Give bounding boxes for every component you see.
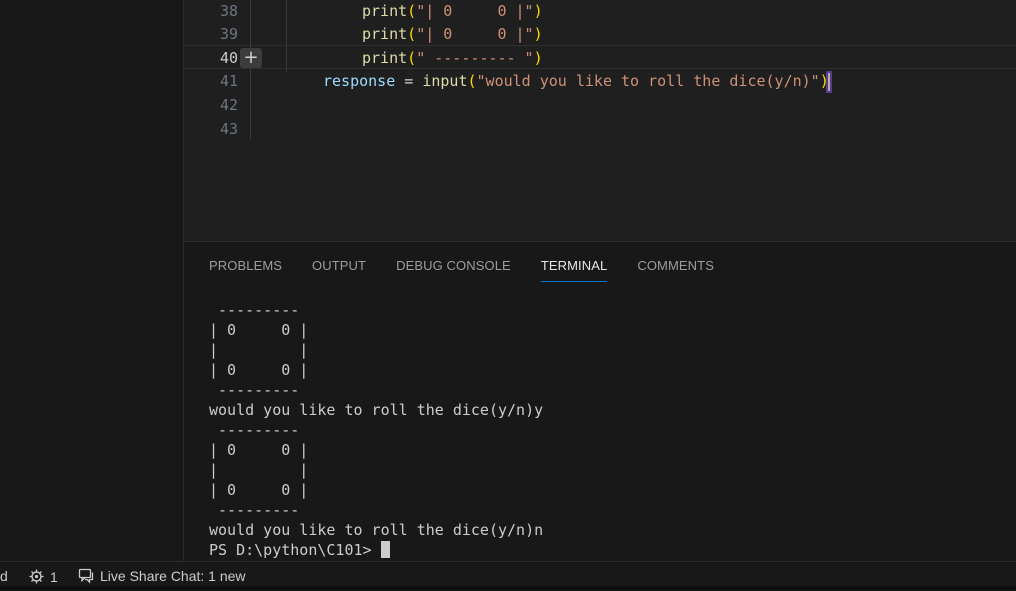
- tab-comments[interactable]: COMMENTS: [637, 258, 714, 282]
- terminal-prompt: PS D:\python\C101>: [209, 541, 381, 559]
- status-left-fragment[interactable]: d: [0, 568, 8, 584]
- terminal-line: ---------: [209, 381, 300, 399]
- add-comment-button[interactable]: +: [240, 48, 262, 68]
- tab-terminal[interactable]: TERMINAL: [540, 258, 608, 282]
- code-line-38[interactable]: 38 print("| 0 0 |"): [184, 0, 1016, 23]
- string-literal: "| 0 0 |": [416, 2, 534, 20]
- status-left-text: d: [0, 568, 8, 584]
- code-line-43[interactable]: 43: [184, 117, 1016, 141]
- function-name: print: [362, 25, 408, 43]
- terminal-output[interactable]: --------- | 0 0 | | | | 0 0 | --------- woul…: [209, 300, 543, 560]
- tab-problems[interactable]: PROBLEMS: [209, 258, 282, 282]
- bracket: (: [407, 25, 417, 43]
- function-name: input: [422, 72, 468, 90]
- code-line-41[interactable]: 41 response = input("would you like to r…: [184, 69, 1016, 93]
- live-share-chat-label: Live Share Chat: 1 new: [100, 568, 246, 584]
- bottom-edge: [0, 586, 1016, 590]
- panel-tabs: PROBLEMS OUTPUT DEBUG CONSOLE TERMINAL C…: [209, 258, 744, 282]
- terminal-line: | 0 0 |: [209, 321, 309, 339]
- tab-debug-console[interactable]: DEBUG CONSOLE: [396, 258, 511, 282]
- string-literal: "would you like to roll the dice(y/n)": [476, 72, 820, 90]
- code-line-42[interactable]: 42: [184, 93, 1016, 117]
- bottom-panel: PROBLEMS OUTPUT DEBUG CONSOLE TERMINAL C…: [184, 241, 1016, 562]
- line-number: 43: [219, 120, 238, 138]
- tab-output[interactable]: OUTPUT: [312, 258, 366, 282]
- code-text[interactable]: print("| 0 0 |"): [362, 0, 543, 23]
- terminal-line: | |: [209, 461, 309, 479]
- code-text[interactable]: response = input("would you like to roll…: [323, 69, 830, 93]
- bracket: ): [533, 2, 543, 20]
- text-cursor: [827, 72, 830, 91]
- terminal-line: would you like to roll the dice(y/n)n: [209, 521, 544, 539]
- code-line-39[interactable]: 39 print("| 0 0 |"): [184, 22, 1016, 46]
- function-name: print: [362, 2, 408, 20]
- terminal-line: ---------: [209, 501, 300, 519]
- variable-name: response: [323, 72, 396, 90]
- code-text[interactable]: print(" --------- "): [362, 46, 543, 70]
- bracket: (: [407, 2, 417, 20]
- terminal-line: would you like to roll the dice(y/n)y: [209, 401, 544, 419]
- ports-count: 1: [50, 568, 58, 585]
- ports-status[interactable]: 1: [28, 568, 58, 585]
- terminal-line: | |: [209, 341, 309, 359]
- bracket: (: [407, 49, 417, 67]
- terminal-line: ---------: [209, 421, 300, 439]
- chat-icon: [78, 568, 94, 584]
- line-number: 39: [219, 25, 238, 43]
- bracket: ): [533, 49, 543, 67]
- terminal-line: | 0 0 |: [209, 441, 309, 459]
- string-literal: "| 0 0 |": [416, 25, 534, 43]
- bracket: ): [533, 25, 543, 43]
- terminal-cursor: [380, 541, 390, 558]
- terminal-line: ---------: [209, 301, 300, 319]
- function-name: print: [362, 49, 408, 67]
- operator: =: [395, 72, 423, 90]
- live-share-chat-status[interactable]: Live Share Chat: 1 new: [78, 568, 246, 584]
- line-number: 38: [219, 2, 238, 20]
- ports-icon: [29, 569, 44, 584]
- line-number: 41: [219, 72, 238, 90]
- code-line-40[interactable]: 40 + print(" --------- "): [184, 45, 1016, 69]
- bracket: (: [467, 72, 477, 90]
- terminal-prompt-line[interactable]: PS D:\python\C101>: [209, 540, 543, 560]
- terminal-line: | 0 0 |: [209, 481, 309, 499]
- line-number: 42: [219, 96, 238, 114]
- terminal-line: | 0 0 |: [209, 361, 309, 379]
- sidebar: [0, 0, 184, 561]
- code-text[interactable]: print("| 0 0 |"): [362, 22, 543, 46]
- string-literal: " --------- ": [416, 49, 534, 67]
- line-number: 40: [219, 49, 238, 67]
- code-editor[interactable]: 38 print("| 0 0 |") 39 print("| 0 0 |") …: [184, 0, 1016, 240]
